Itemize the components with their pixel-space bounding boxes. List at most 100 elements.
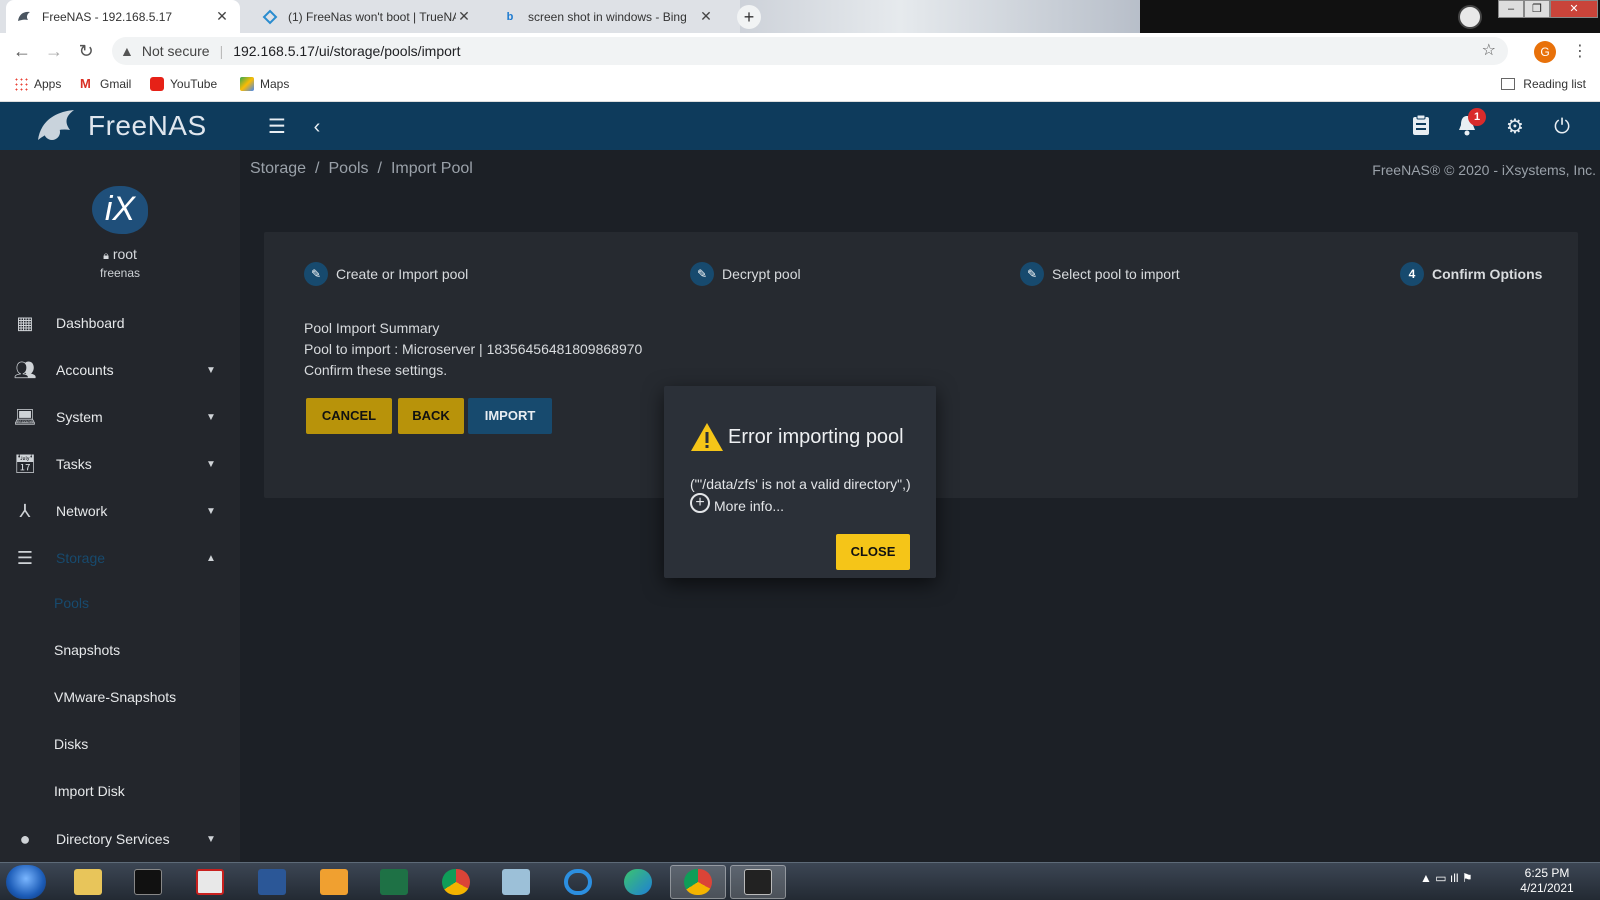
dialog-title: Error importing pool	[690, 422, 904, 452]
user-label: 🔒︎ root	[0, 246, 240, 263]
sidebar-item-storage[interactable]: ☰ Storage ▲	[0, 535, 240, 581]
bookmark-youtube[interactable]: YouTube	[150, 77, 217, 91]
close-tab-icon[interactable]: ✕	[456, 8, 472, 25]
sidebar-subitem-import-disk[interactable]: Import Disk	[54, 783, 125, 799]
url-bar[interactable]: ▲ Not secure | 192.168.5.17/ui/storage/p…	[112, 37, 1508, 65]
sidebar-subitem-disks[interactable]: Disks	[54, 736, 88, 752]
warning-triangle-icon[interactable]: ▲	[120, 43, 134, 59]
settings-gear-icon[interactable]: ⚙	[1502, 114, 1528, 140]
back-arrow-icon[interactable]: ←	[10, 39, 34, 63]
edit-pencil-icon: ✎	[690, 262, 714, 286]
back-button[interactable]: BACK	[398, 398, 464, 434]
chrome-icon[interactable]	[428, 865, 484, 899]
acrobat-icon[interactable]	[182, 865, 238, 899]
people-icon: 👥︎	[13, 359, 37, 380]
sidebar-item-label: Storage	[56, 550, 106, 566]
excel-icon[interactable]	[366, 865, 422, 899]
bookmark-maps[interactable]: Maps	[240, 77, 289, 91]
bookmarks-bar: Apps M Gmail YouTube Maps Reading list	[0, 69, 1600, 102]
more-info-label: More info...	[714, 498, 785, 514]
bookmark-gmail[interactable]: M Gmail	[80, 77, 131, 92]
dialog-title-text: Error importing pool	[728, 425, 904, 448]
snipping-tool-icon[interactable]	[730, 865, 786, 899]
notes-icon[interactable]	[488, 865, 544, 899]
freenas-favicon-icon	[16, 9, 32, 25]
youtube-icon	[150, 77, 164, 91]
tab-freenas[interactable]: FreeNAS - 192.168.5.17 ✕	[6, 0, 240, 33]
import-button[interactable]: IMPORT	[468, 398, 552, 434]
username: root	[112, 246, 137, 262]
windows-taskbar: ▲ ▭ ıll ⚑ 6:25 PM 4/21/2021	[0, 862, 1600, 900]
chrome-profile-icon[interactable]	[670, 865, 726, 899]
sidebar-item-label: Directory Services	[56, 831, 170, 847]
menu-hamburger-icon[interactable]: ☰	[264, 114, 290, 140]
power-icon[interactable]: ⏻	[1549, 114, 1575, 140]
bookmark-label: YouTube	[170, 77, 218, 91]
sidebar-item-label: Accounts	[56, 362, 114, 378]
breadcrumb-pools[interactable]: Pools	[329, 160, 369, 177]
tab-title: FreeNAS - 192.168.5.17	[42, 9, 173, 24]
tab-title: screen shot in windows - Bing	[528, 9, 687, 24]
media-player-icon[interactable]	[306, 865, 362, 899]
bookmark-apps[interactable]: Apps	[14, 77, 61, 91]
cancel-button[interactable]: CANCEL	[306, 398, 392, 434]
internet-explorer-icon[interactable]	[550, 865, 606, 899]
bookmark-star-icon[interactable]: ☆	[1482, 40, 1496, 60]
breadcrumb-storage[interactable]: Storage	[250, 160, 306, 177]
bookmark-label: Apps	[34, 77, 62, 91]
system-tray-icons[interactable]: ▲ ▭ ıll ⚑	[1420, 871, 1473, 885]
step-label: Select pool to import	[1052, 266, 1180, 282]
directory-services-icon: ●	[19, 828, 31, 849]
task-manager-clipboard-icon[interactable]	[1408, 114, 1434, 140]
taskbar-clock[interactable]: 6:25 PM 4/21/2021	[1512, 866, 1582, 896]
ixsystems-logo: iX	[92, 186, 148, 234]
summary-confirm: Confirm these settings.	[304, 362, 448, 378]
divider: |	[219, 43, 224, 59]
close-tab-icon[interactable]: ✕	[214, 8, 230, 25]
browser-menu-icon[interactable]: ⋮	[1572, 41, 1588, 61]
edge-icon[interactable]	[610, 865, 666, 899]
more-info-toggle[interactable]: + More info...	[690, 493, 785, 514]
sidebar-item-network[interactable]: ⅄ Network ▼	[0, 488, 240, 534]
profile-menu-icon[interactable]	[1458, 5, 1482, 29]
edit-pencil-icon: ✎	[1020, 262, 1044, 286]
step-create-or-import[interactable]: ✎ Create or Import pool	[304, 262, 468, 286]
maps-icon	[240, 77, 254, 91]
sidebar-item-accounts[interactable]: 👥︎ Accounts ▼	[0, 347, 240, 393]
close-tab-icon[interactable]: ✕	[698, 8, 714, 25]
summary-pool: Pool to import : Microserver | 183564564…	[304, 341, 643, 357]
freenas-logo[interactable]: FreeNAS	[34, 106, 207, 146]
step-select-pool[interactable]: ✎ Select pool to import	[1020, 262, 1180, 286]
copyright-text: FreeNAS® © 2020 - iXsystems, Inc.	[1372, 162, 1596, 178]
minimize-window-button[interactable]: –	[1498, 0, 1524, 18]
close-window-button[interactable]: ✕	[1550, 0, 1598, 18]
close-button[interactable]: CLOSE	[836, 534, 910, 570]
forward-arrow-icon[interactable]: →	[42, 39, 66, 63]
url-text[interactable]: 192.168.5.17/ui/storage/pools/import	[233, 43, 460, 59]
tab-bing[interactable]: b screen shot in windows - Bing ✕	[492, 0, 724, 33]
file-explorer-icon[interactable]	[60, 865, 116, 899]
collapse-chevron-left-icon[interactable]: ‹	[304, 114, 330, 140]
tab-truenas-forum[interactable]: (1) FreeNas won't boot | TrueNAS ✕	[252, 0, 482, 33]
sidebar-subitem-pools[interactable]: Pools	[54, 595, 89, 611]
step-confirm-options[interactable]: 4 Confirm Options	[1400, 262, 1542, 286]
network-icon: ⅄	[19, 500, 31, 521]
start-button[interactable]	[6, 865, 46, 899]
command-prompt-icon[interactable]	[120, 865, 176, 899]
word-icon[interactable]	[244, 865, 300, 899]
chevron-down-icon: ▼	[206, 833, 216, 845]
sidebar-item-directory-services[interactable]: ● Directory Services ▼	[0, 816, 240, 862]
sidebar-item-system[interactable]: 💻︎ System ▼	[0, 394, 240, 440]
restore-window-button[interactable]: ❐	[1524, 0, 1550, 18]
new-tab-button[interactable]: +	[737, 5, 761, 29]
sidebar-subitem-vmware-snapshots[interactable]: VMware-Snapshots	[54, 689, 176, 705]
sidebar-item-dashboard[interactable]: ▦ Dashboard	[0, 300, 240, 346]
sidebar-subitem-snapshots[interactable]: Snapshots	[54, 642, 120, 658]
step-decrypt-pool[interactable]: ✎ Decrypt pool	[690, 262, 801, 286]
breadcrumb: Storage / Pools / Import Pool	[250, 160, 473, 178]
sidebar-item-tasks[interactable]: 📅︎ Tasks ▼	[0, 441, 240, 487]
reading-list-button[interactable]: Reading list	[1501, 77, 1586, 91]
reload-icon[interactable]: ↻	[74, 39, 98, 63]
security-status[interactable]: Not secure	[142, 43, 210, 59]
profile-avatar[interactable]: G	[1534, 41, 1556, 63]
